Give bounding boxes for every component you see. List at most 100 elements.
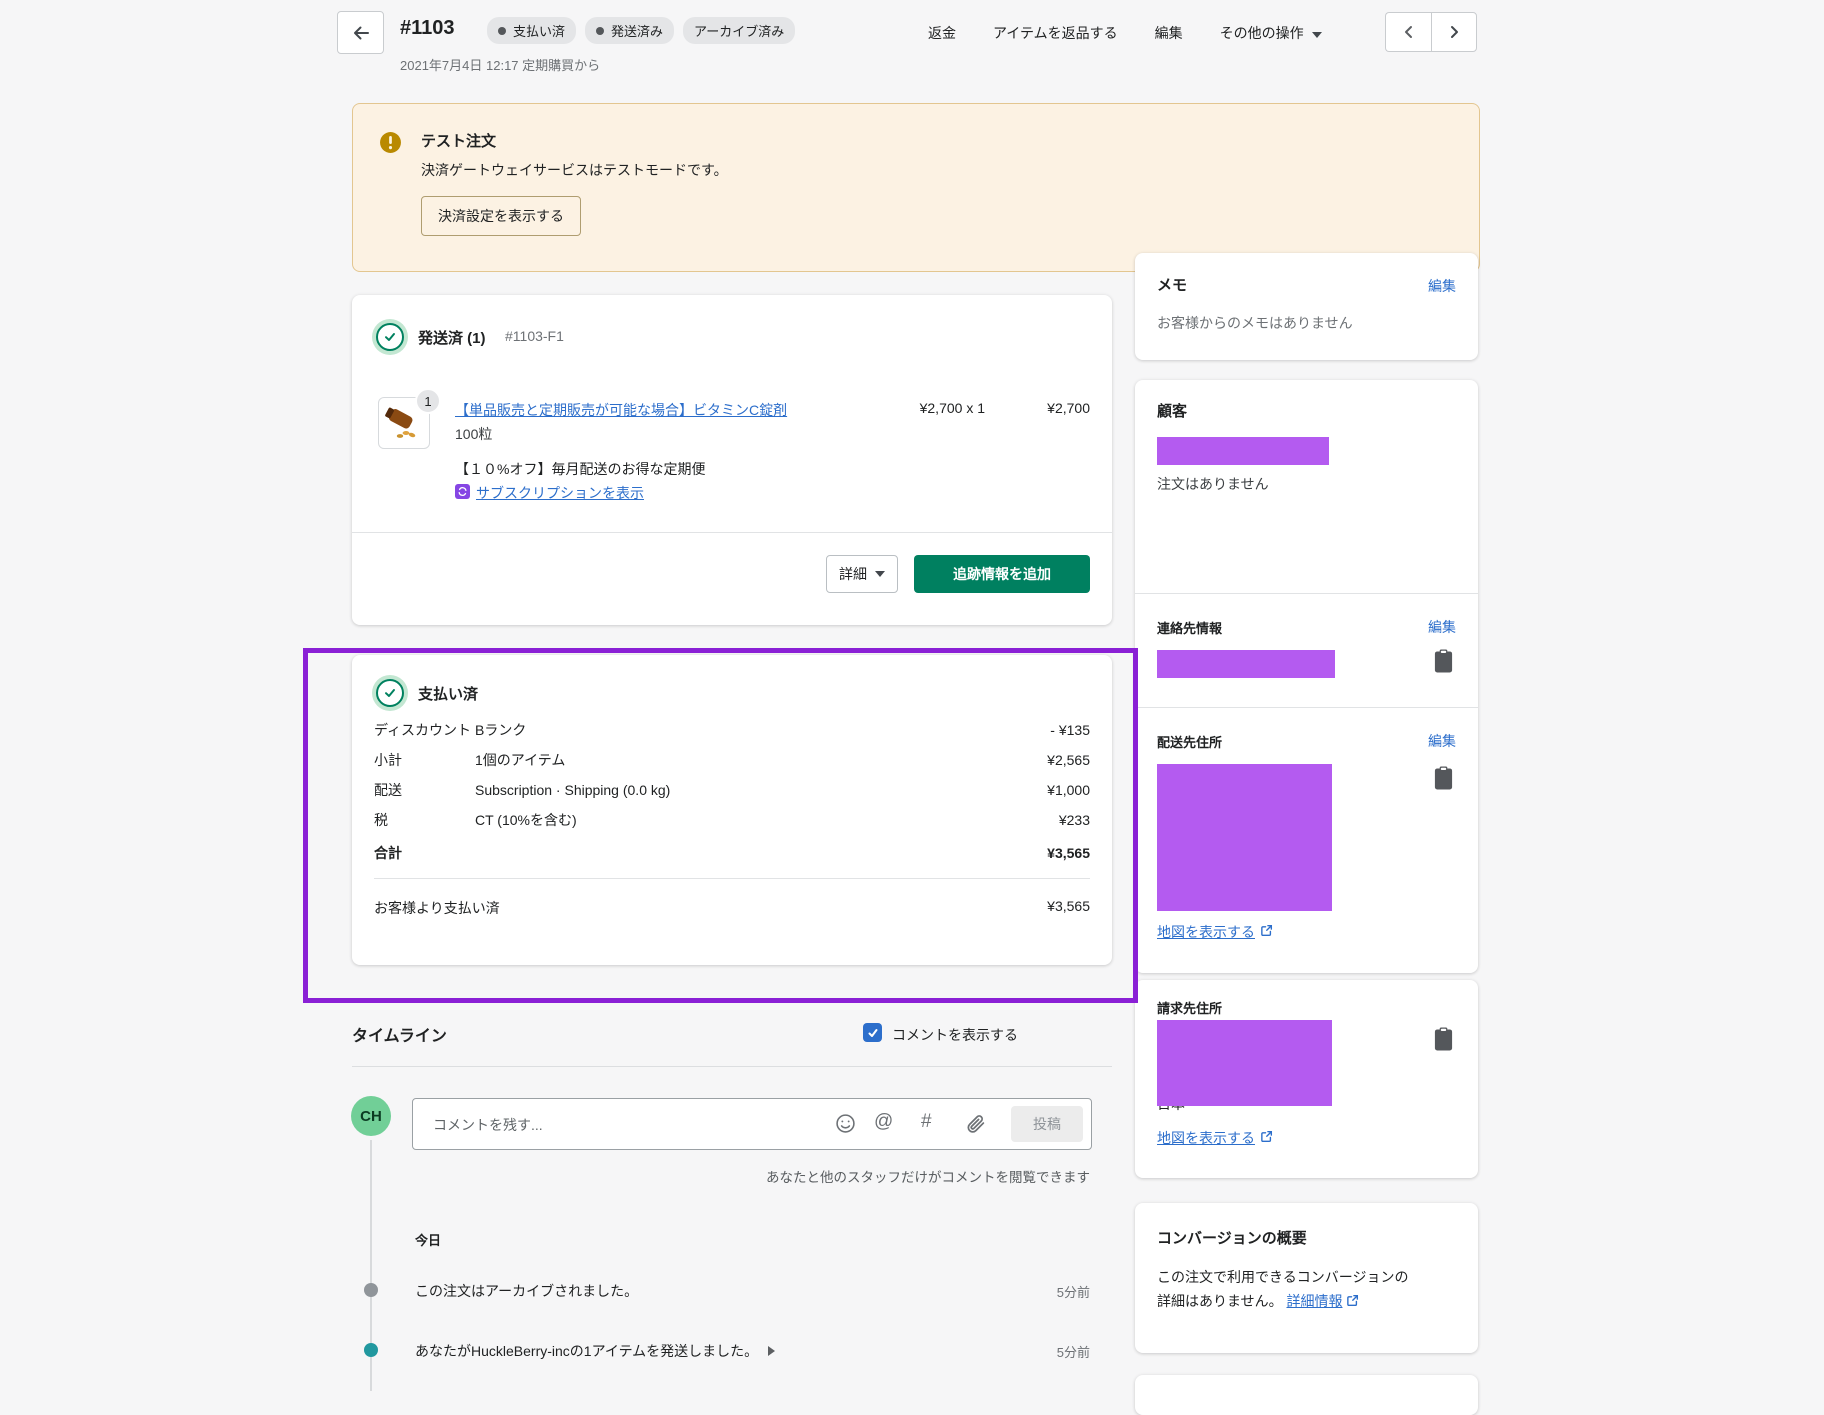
comment-input[interactable]: [431, 1099, 815, 1151]
comment-box: @ # 投稿: [412, 1098, 1092, 1151]
external-link-icon: [1261, 1130, 1273, 1143]
billing-address-title: 請求先住所: [1157, 1001, 1223, 1016]
shipping-map-link[interactable]: 地図を表示する: [1157, 922, 1255, 942]
shipping-edit-link[interactable]: 編集: [1428, 731, 1456, 751]
notes-edit-link[interactable]: 編集: [1428, 276, 1456, 296]
subscription-icon: [455, 484, 470, 499]
contact-info-redacted: [1157, 650, 1335, 678]
item-total: ¥2,700: [1047, 400, 1090, 416]
shipping-address-redacted: [1157, 764, 1332, 911]
quantity-badge: 1: [415, 388, 441, 414]
paid-dot-icon: [498, 26, 506, 35]
back-button[interactable]: [337, 11, 384, 54]
product-link[interactable]: 【単品販売と定期販売が可能な場合】ビタミンC錠剤: [455, 400, 787, 420]
event-time: 5分前: [1056, 1345, 1090, 1360]
product-variant: 100粒: [455, 426, 493, 442]
copy-shipping-button[interactable]: [1433, 765, 1454, 794]
order-detail-page: { "header": { "order_number": "#1103", "…: [0, 0, 1824, 1415]
badge-paid-label: 支払い済: [513, 24, 566, 39]
contact-edit-link[interactable]: 編集: [1428, 617, 1456, 637]
billing-map-link[interactable]: 地図を表示する: [1157, 1128, 1255, 1148]
view-subscription-link[interactable]: サブスクリプションを表示: [476, 483, 644, 503]
chevron-right-icon: [1451, 26, 1458, 38]
total-amount: ¥3,565: [1047, 845, 1090, 861]
row-detail: CT (10%を含む): [475, 812, 577, 828]
row-amount: ¥2,565: [1047, 752, 1090, 768]
timeline-title: タイムライン: [352, 1028, 447, 1045]
contact-title: 連絡先情報: [1157, 621, 1223, 636]
refund-action[interactable]: 返金: [928, 23, 956, 43]
badge-archived: アーカイブ済み: [683, 17, 796, 44]
badge-archived-label: アーカイブ済み: [694, 24, 785, 39]
payment-row-tax: 税 CT (10%を含む) ¥233: [374, 805, 1090, 835]
product-thumbnail: 1: [378, 388, 441, 449]
emoji-icon[interactable]: [835, 1113, 856, 1134]
external-link-icon: [1347, 1294, 1359, 1307]
fulfilled-dot-icon: [596, 26, 605, 35]
event-time: 5分前: [1056, 1285, 1090, 1300]
more-actions-dropdown[interactable]: その他の操作: [1220, 23, 1322, 43]
next-order-button[interactable]: [1431, 12, 1477, 52]
expand-caret-icon: [768, 1346, 776, 1356]
conversion-text: この注文で利用できるコンバージョンの詳細はありません。: [1157, 1269, 1409, 1309]
shipping-address-title: 配送先住所: [1157, 735, 1223, 750]
test-order-banner: テスト注文 決済ゲートウェイサービスはテストモードです。 決済設定を表示する: [352, 103, 1480, 272]
event-text: あなたがHuckleBerry-incの1アイテムを発送しました。: [415, 1343, 759, 1359]
show-comments-label: コメントを表示する: [892, 1027, 1018, 1043]
badge-fulfilled: 発送済み: [585, 17, 675, 44]
timeline-date-group: 今日: [415, 1233, 442, 1248]
clipboard-icon: [1434, 1027, 1453, 1051]
mention-icon[interactable]: @: [874, 1111, 893, 1133]
row-label: 配送: [374, 782, 402, 798]
paid-by-customer-amount: ¥3,565: [1047, 898, 1090, 914]
chevron-left-icon: [1404, 26, 1412, 38]
attach-icon[interactable]: [965, 1113, 986, 1134]
external-link-icon: [1261, 924, 1273, 937]
timeline-header-divider: [352, 1066, 1112, 1067]
payment-row-subtotal: 小計 1個のアイテム ¥2,565: [374, 745, 1090, 775]
timeline-event-fulfilled[interactable]: あなたがHuckleBerry-incの1アイテムを発送しました。: [415, 1341, 776, 1361]
payment-rows: ディスカウント Bランク - ¥135 小計 1個のアイテム ¥2,565 配送…: [374, 715, 1090, 868]
header-actions: 返金 アイテムを返品する 編集 その他の操作: [928, 23, 1322, 43]
status-badges: 支払い済 発送済み アーカイブ済み: [487, 17, 796, 44]
customer-title: 顧客: [1157, 403, 1188, 420]
notes-title: メモ: [1157, 277, 1188, 294]
return-items-action[interactable]: アイテムを返品する: [993, 23, 1118, 43]
fulfillment-card: 発送済 (1) #1103-F1 1 【単品販売と定期販売が可能な場合】ビタミン…: [352, 295, 1112, 625]
row-label: ディスカウント: [374, 722, 472, 738]
show-comments-checkbox[interactable]: [863, 1023, 882, 1042]
notes-card: メモ 編集 お客様からのメモはありません: [1135, 253, 1478, 360]
alert-icon: [380, 132, 401, 153]
payment-row-shipping: 配送 Subscription · Shipping (0.0 kg) ¥1,0…: [374, 775, 1090, 805]
copy-billing-button[interactable]: [1433, 1026, 1454, 1055]
row-detail: Subscription · Shipping (0.0 kg): [475, 782, 671, 798]
row-detail: 1個のアイテム: [475, 752, 566, 768]
view-payment-settings-button[interactable]: 決済設定を表示する: [421, 196, 581, 236]
details-dropdown-button[interactable]: 詳細: [826, 555, 898, 593]
customer-name-redacted: [1157, 437, 1329, 465]
add-tracking-button[interactable]: 追跡情報を追加: [914, 555, 1090, 593]
total-label: 合計: [374, 845, 402, 861]
order-date: 2021年7月4日 12:17 定期購買から: [400, 58, 601, 73]
details-caret-icon: [875, 571, 885, 577]
conversion-title: コンバージョンの概要: [1157, 1230, 1307, 1247]
edit-action[interactable]: 編集: [1155, 23, 1183, 43]
badge-paid: 支払い済: [487, 17, 577, 44]
copy-contact-button[interactable]: [1433, 648, 1454, 677]
page-title: #1103: [400, 17, 455, 39]
event-dot: [364, 1343, 378, 1357]
badge-fulfilled-label: 発送済み: [611, 24, 664, 39]
post-comment-button[interactable]: 投稿: [1011, 1106, 1083, 1142]
comment-visibility-note: あなたと他のスタッフだけがコメントを閲覧できます: [766, 1170, 1090, 1185]
conversion-body: この注文で利用できるコンバージョンの詳細はありません。 詳細情報: [1157, 1265, 1409, 1313]
arrow-left-icon: [353, 26, 369, 39]
paid-check-icon: [376, 679, 404, 707]
prev-order-button[interactable]: [1385, 12, 1431, 52]
more-actions-label: その他の操作: [1219, 25, 1304, 41]
hashtag-icon[interactable]: #: [921, 1111, 932, 1133]
conversion-learn-more-link[interactable]: 詳細情報: [1286, 1293, 1342, 1309]
payment-title: 支払い済: [418, 686, 479, 703]
banner-title: テスト注文: [421, 133, 497, 150]
clipboard-icon: [1434, 766, 1453, 790]
event-dot: [364, 1283, 378, 1297]
